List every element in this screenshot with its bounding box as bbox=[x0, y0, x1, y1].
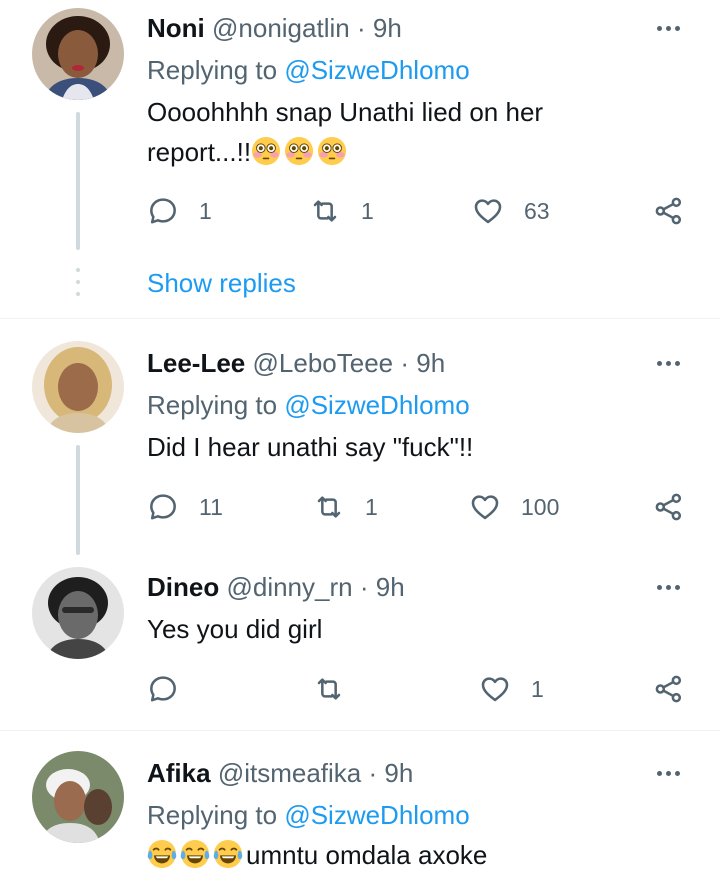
tweet-text: Oooohhhh snap Unathi lied on her report.… bbox=[147, 92, 647, 172]
mention-link[interactable]: @SizweDhlomo bbox=[284, 800, 469, 830]
replying-to: Replying to @SizweDhlomo bbox=[147, 799, 470, 831]
retweet-icon bbox=[313, 491, 345, 523]
thread-line bbox=[76, 445, 80, 555]
share-icon bbox=[653, 673, 685, 705]
timestamp[interactable]: 9h bbox=[376, 572, 405, 602]
action-bar: 1 bbox=[147, 671, 692, 707]
like-count: 1 bbox=[531, 675, 544, 702]
reply-icon bbox=[147, 673, 179, 705]
retweet-button[interactable] bbox=[313, 671, 365, 707]
tweet-header: Noni @nonigatlin · 9h bbox=[147, 12, 402, 44]
display-name[interactable]: Lee-Lee bbox=[147, 348, 245, 378]
user-handle[interactable]: @dinny_rn bbox=[226, 572, 352, 602]
share-icon bbox=[653, 491, 685, 523]
tweet-lee-lee[interactable]: Lee-Lee @LeboTeee · 9h Replying to @Sizw… bbox=[0, 319, 720, 559]
tweet-text-content: umntu omdala axoke bbox=[246, 840, 488, 870]
reply-icon bbox=[147, 195, 179, 227]
separator: · bbox=[359, 572, 369, 602]
user-handle[interactable]: @nonigatlin bbox=[212, 13, 350, 43]
replying-to: Replying to @SizweDhlomo bbox=[147, 54, 470, 86]
reply-button[interactable]: 1 bbox=[147, 193, 212, 229]
flushed-face-icon bbox=[317, 136, 347, 166]
heart-icon bbox=[472, 195, 504, 227]
tweet-text-content: Yes you did girl bbox=[147, 614, 323, 644]
tweet-header: Dineo @dinny_rn · 9h bbox=[147, 571, 405, 603]
timestamp[interactable]: 9h bbox=[416, 348, 445, 378]
like-count: 63 bbox=[524, 197, 550, 224]
share-button[interactable] bbox=[653, 489, 685, 525]
tweet-header: Afika @itsmeafika · 9h bbox=[147, 757, 413, 789]
heart-icon bbox=[479, 673, 511, 705]
more-options-icon[interactable] bbox=[652, 347, 684, 379]
separator: · bbox=[356, 13, 366, 43]
tears-of-joy-icon bbox=[213, 839, 243, 869]
like-button[interactable]: 100 bbox=[469, 489, 559, 525]
replying-to-label: Replying to bbox=[147, 55, 278, 85]
show-replies-link[interactable]: Show replies bbox=[147, 268, 296, 299]
share-button[interactable] bbox=[653, 193, 685, 229]
tweet-afika[interactable]: Afika @itsmeafika · 9h Replying to @Sizw… bbox=[0, 731, 720, 887]
like-count: 100 bbox=[521, 493, 560, 520]
flushed-face-icon bbox=[251, 136, 281, 166]
action-bar: 1 1 63 bbox=[147, 193, 692, 229]
tweet-text: Yes you did girl bbox=[147, 609, 647, 649]
share-icon bbox=[653, 195, 685, 227]
reply-count: 1 bbox=[199, 197, 212, 224]
flushed-face-icon bbox=[284, 136, 314, 166]
reply-count: 11 bbox=[199, 493, 223, 520]
retweet-button[interactable]: 1 bbox=[309, 193, 374, 229]
retweet-icon bbox=[309, 195, 341, 227]
more-options-icon[interactable] bbox=[652, 12, 684, 44]
thread-line bbox=[76, 112, 80, 250]
tweet-dineo[interactable]: Dineo @dinny_rn · 9h Yes you did girl 1 bbox=[0, 559, 720, 730]
mention-link[interactable]: @SizweDhlomo bbox=[284, 390, 469, 420]
retweet-count: 1 bbox=[361, 197, 374, 224]
thread-dots bbox=[76, 268, 80, 304]
tweet-noni[interactable]: Noni @nonigatlin · 9h Replying to @Sizwe… bbox=[0, 0, 720, 318]
user-handle[interactable]: @itsmeafika bbox=[218, 758, 361, 788]
display-name[interactable]: Dineo bbox=[147, 572, 219, 602]
avatar[interactable] bbox=[32, 341, 124, 433]
retweet-button[interactable]: 1 bbox=[313, 489, 378, 525]
like-button[interactable]: 63 bbox=[472, 193, 550, 229]
replying-to-label: Replying to bbox=[147, 390, 278, 420]
replying-to: Replying to @SizweDhlomo bbox=[147, 389, 470, 421]
avatar[interactable] bbox=[32, 8, 124, 100]
reply-icon bbox=[147, 491, 179, 523]
retweet-icon bbox=[313, 673, 345, 705]
retweet-count: 1 bbox=[365, 493, 378, 520]
action-bar: 11 1 100 bbox=[147, 489, 692, 525]
separator: · bbox=[368, 758, 378, 788]
display-name[interactable]: Afika bbox=[147, 758, 211, 788]
tweet-header: Lee-Lee @LeboTeee · 9h bbox=[147, 347, 445, 379]
tweet-text: Did I hear unathi say "fuck"!! bbox=[147, 427, 647, 467]
share-button[interactable] bbox=[653, 671, 685, 707]
timestamp[interactable]: 9h bbox=[384, 758, 413, 788]
replying-to-label: Replying to bbox=[147, 800, 278, 830]
reply-button[interactable] bbox=[147, 671, 199, 707]
more-options-icon[interactable] bbox=[652, 571, 684, 603]
reply-button[interactable]: 11 bbox=[147, 489, 223, 525]
avatar[interactable] bbox=[32, 567, 124, 659]
timestamp[interactable]: 9h bbox=[373, 13, 402, 43]
mention-link[interactable]: @SizweDhlomo bbox=[284, 55, 469, 85]
tears-of-joy-icon bbox=[180, 839, 210, 869]
heart-icon bbox=[469, 491, 501, 523]
tweet-text: umntu omdala axoke bbox=[147, 835, 647, 875]
user-handle[interactable]: @LeboTeee bbox=[253, 348, 394, 378]
more-options-icon[interactable] bbox=[652, 757, 684, 789]
display-name[interactable]: Noni bbox=[147, 13, 205, 43]
tears-of-joy-icon bbox=[147, 839, 177, 869]
like-button[interactable]: 1 bbox=[479, 671, 544, 707]
avatar[interactable] bbox=[32, 751, 124, 843]
separator: · bbox=[400, 348, 410, 378]
tweet-text-content: Did I hear unathi say "fuck"!! bbox=[147, 432, 474, 462]
